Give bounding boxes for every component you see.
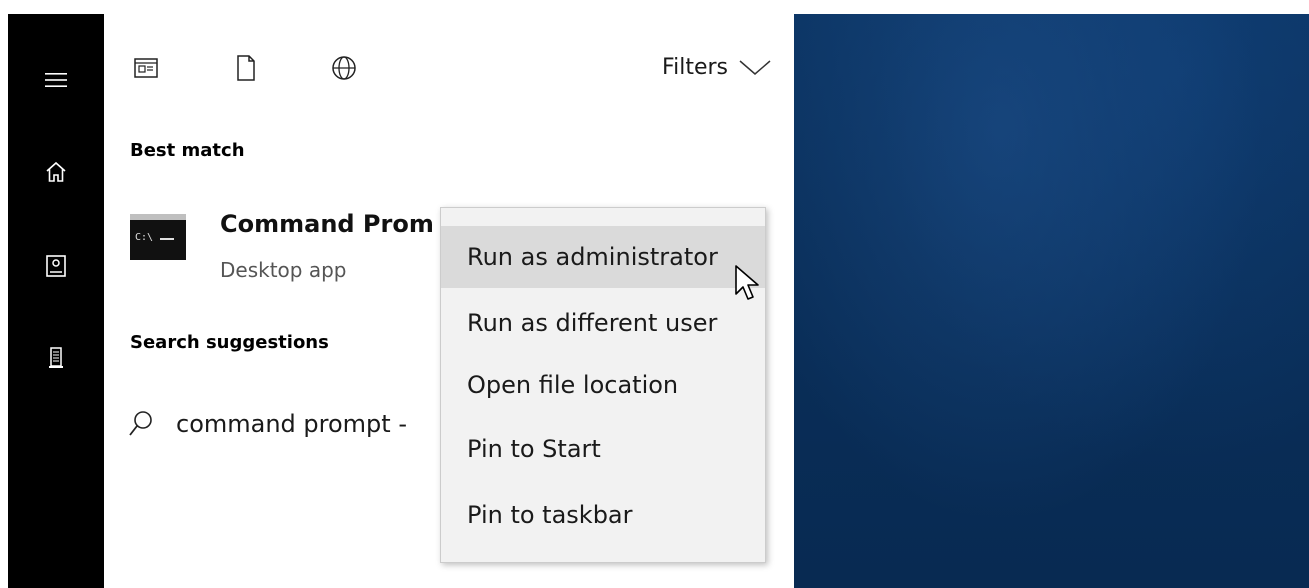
document-icon (237, 55, 255, 81)
mouse-pointer-icon (735, 265, 759, 300)
home-icon (46, 161, 66, 182)
filters-label: Filters (662, 54, 728, 80)
device-icon (49, 347, 63, 368)
result-title: Command Prom (220, 210, 434, 238)
command-prompt-icon: C:\ (130, 214, 186, 260)
notebook-icon (46, 255, 66, 277)
menu-button[interactable] (8, 56, 104, 104)
device-button[interactable] (8, 334, 104, 382)
menu-item-pin-to-taskbar[interactable]: Pin to taskbar (441, 484, 765, 546)
context-menu: Run as administrator Run as different us… (440, 207, 766, 563)
menu-item-run-as-different-user[interactable]: Run as different user (441, 292, 765, 354)
notebook-button[interactable] (8, 242, 104, 290)
home-button[interactable] (8, 148, 104, 196)
apps-icon (134, 58, 158, 78)
globe-icon (332, 56, 356, 80)
documents-filter-button[interactable] (228, 50, 264, 86)
menu-item-pin-to-start[interactable]: Pin to Start (441, 418, 765, 480)
desktop-background (794, 14, 1309, 588)
search-suggestions-heading: Search suggestions (130, 332, 329, 353)
menu-item-open-file-location[interactable]: Open file location (441, 354, 765, 416)
chevron-down-icon (739, 60, 771, 75)
menu-item-run-as-administrator[interactable]: Run as administrator (441, 226, 765, 288)
apps-filter-button[interactable] (128, 50, 164, 86)
top-border (0, 0, 1309, 14)
svg-text:C:\: C:\ (135, 232, 153, 243)
web-filter-button[interactable] (326, 50, 362, 86)
search-icon (129, 411, 152, 436)
start-rail (8, 14, 104, 588)
filters-dropdown[interactable]: Filters (662, 52, 772, 82)
result-subtitle: Desktop app (220, 258, 347, 282)
screen: Filters Best match C:\ Command Prom Desk… (0, 0, 1309, 588)
best-match-heading: Best match (130, 140, 245, 161)
hamburger-icon (45, 73, 67, 87)
suggestion-text: command prompt - (176, 410, 407, 438)
